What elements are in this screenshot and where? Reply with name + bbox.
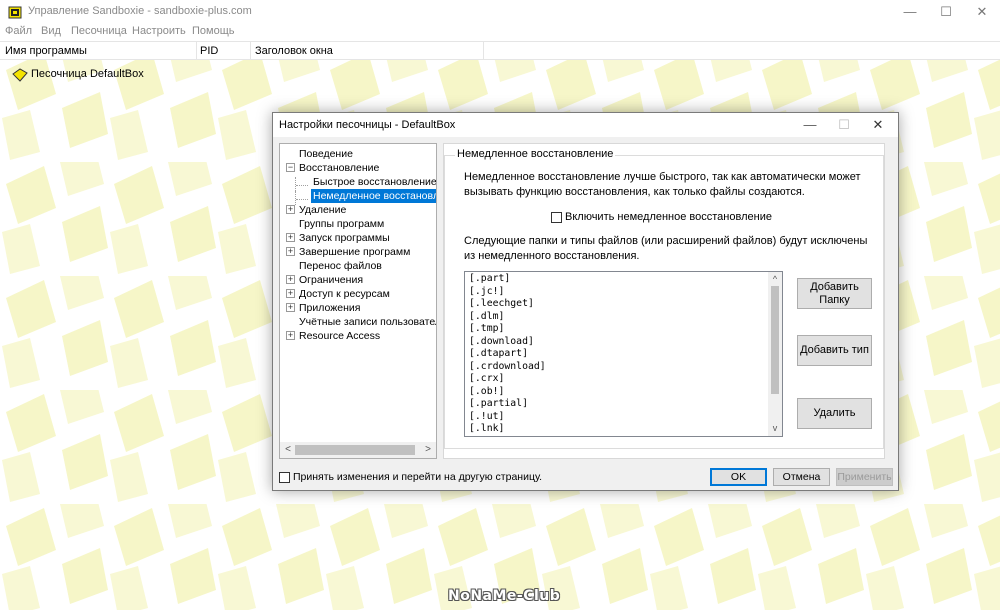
collapse-icon[interactable]: − [286, 163, 295, 172]
minimize-button[interactable]: — [892, 0, 928, 24]
files-vertical-scrollbar[interactable]: ^ v [768, 272, 782, 436]
tree-connector [295, 191, 296, 205]
expand-icon[interactable]: + [286, 233, 295, 242]
dialog-title: Настройки песочницы - DefaultBox [279, 119, 456, 131]
column-pid[interactable]: PID [200, 45, 218, 57]
column-divider[interactable] [250, 42, 251, 60]
expand-icon[interactable]: + [286, 205, 295, 214]
scrollbar-thumb[interactable] [771, 286, 779, 394]
column-window-title[interactable]: Заголовок окна [255, 45, 333, 57]
list-item[interactable]: [.partial] [469, 398, 528, 411]
nav-item-file-migration[interactable]: Перенос файлов [299, 259, 382, 273]
nav-item-program-groups[interactable]: Группы программ [299, 217, 384, 231]
ok-button[interactable]: OK [710, 468, 767, 486]
menu-file[interactable]: Файл [5, 25, 32, 37]
close-button[interactable]: ✕ [964, 0, 1000, 24]
cancel-button[interactable]: Отмена [773, 468, 830, 486]
menu-view[interactable]: Вид [41, 25, 61, 37]
expand-icon[interactable]: + [286, 247, 295, 256]
list-item[interactable]: [.crx] [469, 373, 504, 386]
nav-item-quick-recovery[interactable]: Быстрое восстановление [313, 175, 436, 189]
expand-icon[interactable]: + [286, 289, 295, 298]
nav-item-restrictions[interactable]: Ограничения [299, 273, 363, 287]
settings-content-panel: Немедленное восстановление Немедленное в… [443, 143, 885, 459]
column-divider[interactable] [196, 42, 197, 60]
nav-item-user-accounts[interactable]: Учётные записи пользователей [299, 315, 436, 329]
expand-icon[interactable]: + [286, 303, 295, 312]
nav-item-immediate-recovery[interactable]: Немедленное восстановление [311, 189, 436, 203]
dialog-minimize-button[interactable]: — [793, 113, 827, 137]
scroll-down-icon[interactable]: v [768, 422, 782, 434]
sandbox-settings-dialog: Настройки песочницы - DefaultBox — ☐ ✕ П… [272, 112, 899, 491]
window-title: Управление Sandboxie - sandboxie-plus.co… [28, 5, 252, 17]
dialog-maximize-button: ☐ [838, 117, 850, 132]
menu-help[interactable]: Помощь [192, 25, 235, 37]
scroll-left-icon[interactable]: < [281, 443, 295, 457]
checkbox-box[interactable] [279, 472, 290, 483]
list-item[interactable]: [.dlm] [469, 311, 504, 324]
nav-item-program-start[interactable]: Запуск программы [299, 231, 390, 245]
recovery-description: Немедленное восстановление лучше быстрог… [464, 171, 861, 198]
nav-item-behavior[interactable]: Поведение [299, 147, 353, 161]
column-divider[interactable] [483, 42, 484, 60]
menubar: Файл Вид Песочница Настроить Помощь [0, 24, 1000, 40]
list-item[interactable]: [.leechget] [469, 298, 534, 311]
expand-icon[interactable]: + [286, 275, 295, 284]
tree-connector [296, 199, 308, 200]
list-item[interactable]: [.ob!] [469, 386, 504, 399]
menu-sandbox[interactable]: Песочница [71, 25, 127, 37]
sandboxie-app-icon [8, 6, 22, 19]
tree-connector [296, 185, 308, 186]
nav-item-resource-access-ru[interactable]: Доступ к ресурсам [299, 287, 390, 301]
list-item[interactable]: [.jc!] [469, 286, 504, 299]
list-item[interactable]: [.part] [469, 273, 510, 286]
list-item[interactable]: [.lnk] [469, 423, 504, 436]
list-item[interactable]: [.download] [469, 336, 534, 349]
maximize-button[interactable]: ☐ [928, 0, 964, 24]
dialog-close-button[interactable]: ✕ [861, 113, 895, 137]
watermark-logo: NoNaMe-Club [448, 588, 561, 604]
column-header: Имя программы PID Заголовок окна [0, 41, 1000, 60]
scrollbar-thumb[interactable] [295, 445, 415, 455]
remove-button[interactable]: Удалить [797, 398, 872, 429]
list-item[interactable]: [.dtapart] [469, 348, 528, 361]
checkbox-label[interactable]: Принять изменения и перейти на другую ст… [293, 471, 542, 483]
group-title: Немедленное восстановление [455, 148, 616, 160]
apply-button: Применить [836, 468, 893, 486]
nav-item-program-stop[interactable]: Завершение программ [299, 245, 410, 259]
add-type-button[interactable]: Добавить тип [797, 335, 872, 366]
immediate-recovery-group: Немедленное восстановление Немедленное в… [444, 148, 884, 449]
sandbox-label: Песочница DefaultBox [31, 68, 144, 80]
main-titlebar: Управление Sandboxie - sandboxie-plus.co… [0, 0, 1000, 24]
menu-configure[interactable]: Настроить [132, 25, 186, 37]
expand-icon[interactable]: + [286, 331, 295, 340]
column-program-name[interactable]: Имя программы [5, 45, 87, 57]
add-folder-button[interactable]: Добавить Папку [797, 278, 872, 309]
list-item[interactable]: [.crdownload] [469, 361, 546, 374]
dialog-titlebar[interactable]: Настройки песочницы - DefaultBox — ☐ ✕ [273, 113, 898, 137]
checkbox-box[interactable] [551, 212, 562, 223]
scroll-right-icon[interactable]: > [421, 443, 435, 457]
nav-item-applications[interactable]: Приложения [299, 301, 360, 315]
checkbox-label[interactable]: Включить немедленное восстановление [565, 211, 772, 223]
excluded-files-list[interactable]: [.part] [.jc!] [.leechget] [.dlm] [.tmp]… [464, 271, 783, 437]
nav-item-resource-access[interactable]: Resource Access [299, 329, 380, 343]
list-item[interactable]: [.!ut] [469, 411, 504, 424]
list-item[interactable]: [.tmp] [469, 323, 504, 336]
exclusion-description: Следующие папки и типы файлов (или расши… [464, 235, 868, 262]
settings-nav-tree[interactable]: Поведение − Восстановление Быстрое восст… [279, 143, 437, 459]
nav-horizontal-scrollbar[interactable]: < > [280, 442, 436, 458]
scroll-up-icon[interactable]: ^ [768, 273, 782, 285]
nav-item-recovery[interactable]: Восстановление [299, 161, 379, 175]
tree-connector [295, 177, 296, 191]
nav-item-delete[interactable]: Удаление [299, 203, 346, 217]
sandbox-yellow-icon [12, 68, 28, 82]
